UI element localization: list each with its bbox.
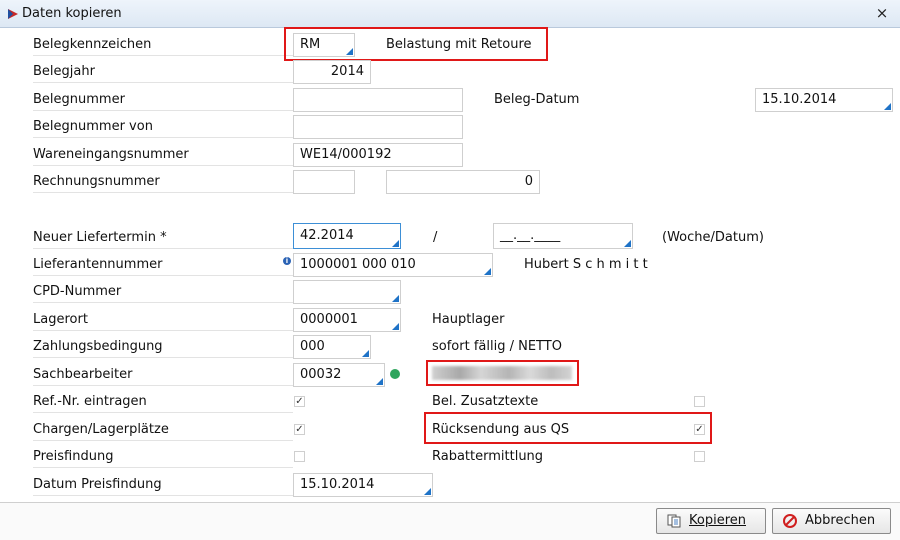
lieferantennummer-field[interactable]: 1000001 000 010: [293, 253, 493, 277]
kopieren-label: Kopieren: [689, 513, 746, 528]
zahlungsbedingung-field[interactable]: 000: [293, 335, 371, 359]
lagerort-value: 0000001: [300, 312, 358, 327]
label-lieferantennummer: Lieferantennummer: [33, 254, 293, 276]
rabattermittlung-checkbox[interactable]: [694, 451, 705, 462]
dropdown-icon: [362, 350, 369, 357]
liefertermin-woche-value: 42.2014: [300, 228, 354, 243]
close-icon[interactable]: ×: [872, 3, 892, 23]
liefertermin-datum-field[interactable]: __.__.____: [493, 223, 633, 249]
liefertermin-datum-value: __.__.____: [500, 228, 561, 243]
label-belegnummer-von: Belegnummer von: [33, 116, 293, 138]
label-zahlungsbedingung: Zahlungsbedingung: [33, 336, 293, 358]
dropdown-icon: [484, 268, 491, 275]
label-preisfindung: Preisfindung: [33, 446, 293, 468]
label-ref-nr: Ref.-Nr. eintragen: [33, 391, 293, 413]
copy-icon: [667, 514, 681, 528]
window-title: Daten kopieren: [22, 6, 122, 21]
label-belegnummer: Belegnummer: [33, 89, 293, 111]
calendar-dropdown-icon: [624, 240, 631, 247]
status-dot-icon: [390, 369, 400, 379]
zahlungsbedingung-value: 000: [300, 339, 325, 354]
highlight-belegkennzeichen: [284, 27, 548, 61]
lieferant-name: Hubert S c h m i t t: [524, 257, 648, 272]
sachbearbeiter-value: 00032: [300, 367, 342, 382]
label-belegjahr: Belegjahr: [33, 61, 293, 83]
label-datum-preisfindung: Datum Preisfindung: [33, 474, 293, 496]
label-neuer-liefertermin: Neuer Liefertermin *: [33, 227, 293, 249]
dropdown-icon: [392, 240, 399, 247]
abbrechen-button[interactable]: Abbrechen: [772, 508, 891, 534]
label-beleg-datum: Beleg-Datum: [494, 92, 580, 107]
label-belegkennzeichen: Belegkennzeichen: [33, 34, 293, 56]
highlight-sachbearbeiter: [426, 360, 579, 386]
liefertermin-hint: (Woche/Datum): [662, 230, 764, 245]
lieferantennummer-value: 1000001 000 010: [300, 257, 416, 272]
calendar-dropdown-icon: [884, 103, 891, 110]
lagerort-field[interactable]: 0000001: [293, 308, 401, 332]
rechnungsnummer-field[interactable]: [293, 170, 355, 194]
chargen-checkbox[interactable]: ✓: [294, 424, 305, 435]
dropdown-icon: [392, 295, 399, 302]
kopieren-button[interactable]: Kopieren: [656, 508, 766, 534]
abbrechen-label: Abbrechen: [805, 513, 876, 528]
ref-nr-checkbox[interactable]: ✓: [294, 396, 305, 407]
datum-preisfindung-field[interactable]: 15.10.2014: [293, 473, 433, 497]
bel-zusatztexte-checkbox[interactable]: [694, 396, 705, 407]
label-lagerort: Lagerort: [33, 309, 293, 331]
calendar-dropdown-icon: [424, 488, 431, 495]
cancel-icon: [783, 514, 797, 528]
label-cpd-nummer: CPD-Nummer: [33, 281, 293, 303]
datum-preisfindung-value: 15.10.2014: [300, 477, 375, 492]
dropdown-icon: [376, 378, 383, 385]
label-chargen: Chargen/Lagerplätze: [33, 419, 293, 441]
beleg-datum-field[interactable]: 15.10.2014: [755, 88, 893, 112]
rechnungsbetrag-field[interactable]: 0: [386, 170, 540, 194]
title-bar: Daten kopieren ×: [0, 0, 900, 28]
info-icon[interactable]: i: [283, 257, 291, 265]
label-rechnungsnummer: Rechnungsnummer: [33, 171, 293, 193]
label-sachbearbeiter: Sachbearbeiter: [33, 364, 293, 386]
zahlungsbedingung-description: sofort fällig / NETTO: [432, 339, 562, 354]
sachbearbeiter-field[interactable]: 00032: [293, 363, 385, 387]
belegnummer-field[interactable]: [293, 88, 463, 112]
label-rabattermittlung: Rabattermittlung: [432, 449, 544, 464]
lagerort-description: Hauptlager: [432, 312, 505, 327]
cpd-nummer-field[interactable]: [293, 280, 401, 304]
preisfindung-checkbox[interactable]: [294, 451, 305, 462]
dropdown-icon: [392, 323, 399, 330]
wareneingangsnummer-field[interactable]: WE14/000192: [293, 143, 463, 167]
label-wareneingangsnummer: Wareneingangsnummer: [33, 144, 293, 166]
liefertermin-separator: /: [433, 230, 438, 245]
beleg-datum-value: 15.10.2014: [762, 92, 837, 107]
belegnummer-von-field[interactable]: [293, 115, 463, 139]
label-bel-zusatztexte: Bel. Zusatztexte: [432, 394, 539, 409]
liefertermin-woche-field[interactable]: 42.2014: [293, 223, 401, 249]
belegjahr-field[interactable]: 2014: [293, 60, 371, 84]
app-icon: [8, 9, 18, 19]
highlight-ruecksendung: [424, 412, 712, 444]
